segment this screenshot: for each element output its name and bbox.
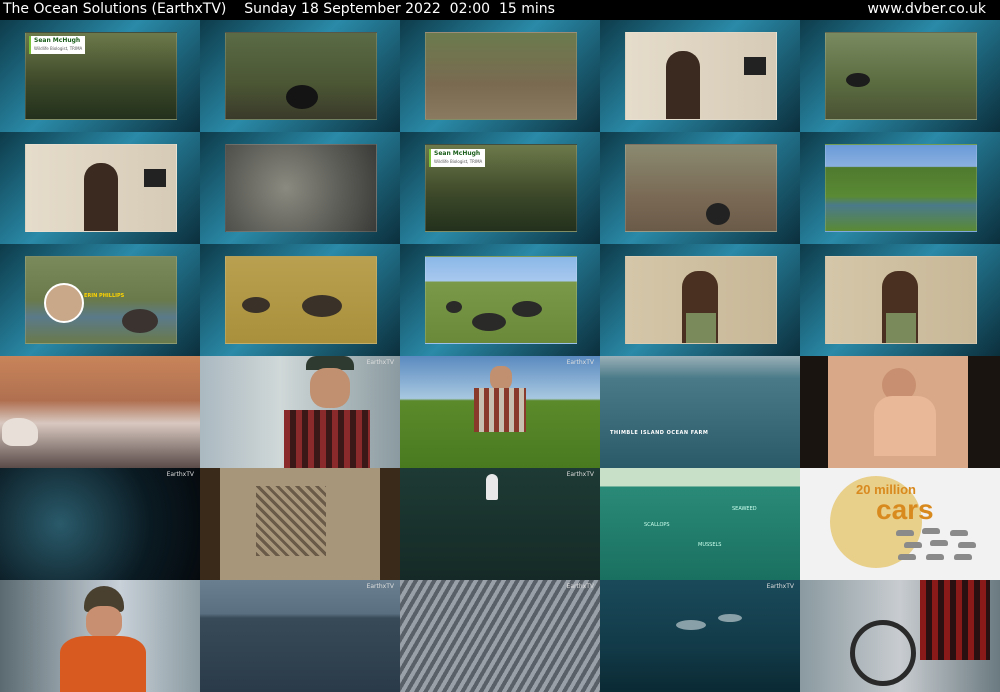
frame-scrub-animal bbox=[625, 144, 777, 232]
frame-presenter-shelves bbox=[625, 256, 777, 344]
frame-forest-path bbox=[425, 32, 577, 120]
thumbnail[interactable] bbox=[200, 468, 400, 580]
thumbnail[interactable] bbox=[0, 580, 200, 692]
seaweed-label: SEAWEED bbox=[732, 506, 757, 512]
thumbnail[interactable] bbox=[600, 244, 800, 356]
frame-cars-graphic: 20 million cars bbox=[800, 468, 1000, 580]
channel-bug: EarthxTV bbox=[566, 583, 594, 590]
thumbnail[interactable] bbox=[800, 580, 1000, 692]
frame-polar-bear bbox=[0, 356, 200, 468]
thumbnail[interactable]: THIMBLE ISLAND OCEAN FARM bbox=[600, 356, 800, 468]
thumbnail[interactable]: EarthxTV bbox=[200, 356, 400, 468]
programme-time: 02:00 bbox=[449, 1, 491, 17]
thumbnail[interactable] bbox=[400, 244, 600, 356]
car-icon bbox=[926, 554, 944, 560]
frame-fish-catch: EarthxTV bbox=[400, 580, 600, 692]
frame-boat-wheel bbox=[800, 580, 1000, 692]
thumbnail[interactable] bbox=[0, 356, 200, 468]
channel-bug: EarthxTV bbox=[166, 471, 194, 478]
car-icon bbox=[950, 530, 968, 536]
thumbnail[interactable]: EarthxTV bbox=[600, 580, 800, 692]
frame-farmer-field: EarthxTV bbox=[400, 356, 600, 468]
thumbnail[interactable]: SCALLOPS MUSSELS SEAWEED bbox=[600, 468, 800, 580]
thumbnail[interactable]: Sean McHugh Wildlife Biologist, TRIMA bbox=[0, 20, 200, 132]
frame-ocean-farm: THIMBLE ISLAND OCEAN FARM bbox=[600, 356, 800, 468]
frame-presenter-room bbox=[625, 32, 777, 120]
programme-duration: 15 mins bbox=[498, 1, 555, 17]
thumbnail[interactable] bbox=[200, 132, 400, 244]
thumbnail[interactable]: EarthxTV bbox=[400, 580, 600, 692]
name-caption: Sean McHugh Wildlife Biologist, TRIMA bbox=[429, 149, 486, 167]
frame-presenter-shelves bbox=[825, 256, 977, 344]
frame-forest-animal bbox=[225, 32, 377, 120]
thumbnail[interactable]: 20 million cars bbox=[800, 468, 1000, 580]
thumbnail[interactable] bbox=[600, 132, 800, 244]
frame-blurred bbox=[225, 144, 377, 232]
car-icon bbox=[922, 528, 940, 534]
frame-ocean-farm-diagram: SCALLOPS MUSSELS SEAWEED bbox=[600, 468, 800, 580]
channel-bug: EarthxTV bbox=[366, 359, 394, 366]
farm-caption: THIMBLE ISLAND OCEAN FARM bbox=[610, 430, 709, 436]
frame-child-fishing bbox=[800, 356, 1000, 468]
thumbnail[interactable]: EarthxTV bbox=[0, 468, 200, 580]
thumbnail[interactable] bbox=[200, 244, 400, 356]
frame-underwater-fish: EarthxTV bbox=[0, 468, 200, 580]
frame-swamp: Sean McHugh Wildlife Biologist, TRIMA bbox=[25, 32, 177, 120]
thumbnail[interactable] bbox=[800, 356, 1000, 468]
thumbnail[interactable] bbox=[600, 20, 800, 132]
frame-archive-sepia bbox=[200, 468, 400, 580]
car-icon bbox=[896, 530, 914, 536]
name-caption: Sean McHugh Wildlife Biologist, TRIMA bbox=[29, 36, 86, 54]
programme-info: The Ocean Solutions (EarthxTV) Sunday 18… bbox=[3, 0, 555, 19]
car-icon bbox=[958, 542, 976, 548]
car-icon bbox=[954, 554, 972, 560]
scallops-label: SCALLOPS bbox=[644, 522, 670, 528]
thumbnail[interactable] bbox=[800, 20, 1000, 132]
channel-bug: EarthxTV bbox=[566, 471, 594, 478]
thumbnail[interactable]: Sean McHugh Wildlife Biologist, TRIMA bbox=[400, 132, 600, 244]
thumbnail[interactable]: EarthxTV bbox=[400, 356, 600, 468]
frame-warthog-presenter: ERIN PHILLIPS bbox=[25, 256, 177, 344]
frame-underwater-sharks: EarthxTV bbox=[600, 580, 800, 692]
frame-warthogs-savanna bbox=[425, 256, 577, 344]
presenter-caption: ERIN PHILLIPS bbox=[84, 293, 125, 299]
programme-title: The Ocean Solutions (EarthxTV) bbox=[3, 1, 227, 17]
frame-warthogs-grass bbox=[225, 256, 377, 344]
channel-bug: EarthxTV bbox=[766, 583, 794, 590]
car-icon bbox=[898, 554, 916, 560]
frame-fisherwoman bbox=[0, 580, 200, 692]
channel-bug: EarthxTV bbox=[566, 359, 594, 366]
frame-boat-aerial: EarthxTV bbox=[400, 468, 600, 580]
thumbnail-grid: Sean McHugh Wildlife Biologist, TRIMA Sea… bbox=[0, 20, 1000, 692]
channel-bug: EarthxTV bbox=[366, 583, 394, 590]
frame-man-interview: EarthxTV bbox=[200, 356, 400, 468]
mussels-label: MUSSELS bbox=[698, 542, 722, 548]
frame-presenter-room bbox=[25, 144, 177, 232]
frame-waterhole bbox=[825, 144, 977, 232]
thumbnail[interactable] bbox=[0, 132, 200, 244]
site-link[interactable]: www.dvber.co.uk bbox=[867, 0, 986, 19]
thumbnail[interactable]: EarthxTV bbox=[400, 468, 600, 580]
thumbnail[interactable] bbox=[800, 132, 1000, 244]
thumbnail[interactable] bbox=[800, 244, 1000, 356]
programme-date: Sunday 18 September 2022 bbox=[244, 1, 441, 17]
frame-forest-boar bbox=[825, 32, 977, 120]
car-icon bbox=[930, 540, 948, 546]
car-icon bbox=[904, 542, 922, 548]
frame-calm-sea: EarthxTV bbox=[200, 580, 400, 692]
thumbnail[interactable] bbox=[200, 20, 400, 132]
thumbnail[interactable]: ERIN PHILLIPS bbox=[0, 244, 200, 356]
cars-word: cars bbox=[876, 494, 934, 525]
frame-swamp: Sean McHugh Wildlife Biologist, TRIMA bbox=[425, 144, 577, 232]
thumbnail[interactable]: EarthxTV bbox=[200, 580, 400, 692]
header-bar: The Ocean Solutions (EarthxTV) Sunday 18… bbox=[0, 0, 1000, 20]
thumbnail[interactable] bbox=[400, 20, 600, 132]
